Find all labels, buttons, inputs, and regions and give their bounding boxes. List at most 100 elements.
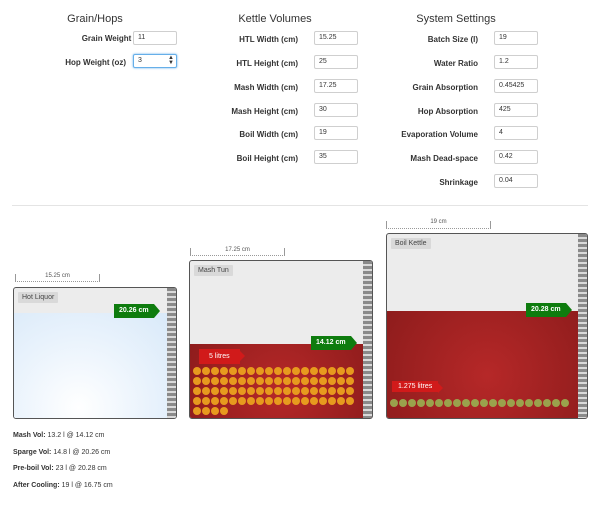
- boil-kettle-level-marker: 20.28 cm: [526, 303, 572, 317]
- grain-particle: [327, 377, 336, 385]
- grain-particle: [246, 367, 255, 375]
- mash-deadspace-label: Mash Dead-space: [410, 154, 478, 163]
- grain-particle: [201, 367, 210, 375]
- grain-particle: [201, 377, 210, 385]
- hot-liquor-level-marker: 20.26 cm: [114, 304, 160, 318]
- spinner-icon[interactable]: ▲ ▼: [168, 55, 174, 66]
- boil-height-input[interactable]: 35: [314, 150, 358, 164]
- hop-absorption-input[interactable]: 425: [494, 103, 538, 117]
- hop-particle: [398, 399, 407, 407]
- htl-width-label: HTL Width (cm): [239, 35, 298, 44]
- grain-particle: [210, 407, 219, 415]
- hop-absorption-label: Hop Absorption: [417, 107, 478, 116]
- grain-particle: [291, 367, 300, 375]
- hop-particle: [542, 399, 551, 407]
- grain-particle: [246, 397, 255, 405]
- summary-after-cooling-value: 19 l @ 16.75 cm: [61, 482, 113, 489]
- grain-particle: [327, 387, 336, 395]
- hop-particle: [515, 399, 524, 407]
- hot-liquor-label: Hot Liquor: [18, 292, 59, 303]
- boil-volume-tag: 1.275 litres: [392, 381, 444, 393]
- hop-weight-value: 3: [138, 57, 142, 64]
- boil-width-label: Boil Width (cm): [239, 130, 298, 139]
- grain-particle: [318, 377, 327, 385]
- grain-particle: [309, 397, 318, 405]
- batch-size-label: Batch Size (l): [427, 35, 478, 44]
- system-settings-title: System Settings: [416, 13, 496, 25]
- hop-particle: [479, 399, 488, 407]
- grain-particle: [201, 407, 210, 415]
- grain-bed: [192, 366, 362, 416]
- grain-particle: [273, 397, 282, 405]
- hop-particle: [551, 399, 560, 407]
- grain-particle: [201, 387, 210, 395]
- hop-particle: [470, 399, 479, 407]
- grain-particle: [228, 377, 237, 385]
- grain-particle: [273, 387, 282, 395]
- htl-height-label: HTL Height (cm): [236, 59, 298, 68]
- mash-deadspace-input[interactable]: 0.42: [494, 150, 538, 164]
- hop-particle: [560, 399, 569, 407]
- grain-particle: [228, 387, 237, 395]
- summary-after-cooling: After Cooling: 19 l @ 16.75 cm: [13, 482, 113, 489]
- grain-particle: [300, 387, 309, 395]
- grain-particle: [309, 367, 318, 375]
- section-divider: [12, 205, 588, 206]
- grain-particle: [336, 377, 345, 385]
- summary-sparge-vol-value: 14.8 l @ 20.26 cm: [53, 449, 111, 456]
- evaporation-volume-input[interactable]: 4: [494, 126, 538, 140]
- grain-particle: [192, 407, 201, 415]
- grain-particle: [282, 387, 291, 395]
- hop-particle: [452, 399, 461, 407]
- grain-weight-input[interactable]: 11: [133, 31, 177, 45]
- summary-preboil-vol-value: 23 l @ 20.28 cm: [55, 465, 107, 472]
- grain-particle: [327, 367, 336, 375]
- grain-particle: [237, 397, 246, 405]
- grain-particle: [192, 397, 201, 405]
- grain-particle: [291, 397, 300, 405]
- boil-width-input[interactable]: 19: [314, 126, 358, 140]
- shrinkage-input[interactable]: 0.04: [494, 174, 538, 188]
- grain-particle: [264, 367, 273, 375]
- water-ratio-label: Water Ratio: [433, 59, 478, 68]
- htl-height-input[interactable]: 25: [314, 55, 358, 69]
- grain-particle: [336, 367, 345, 375]
- grain-particle: [336, 397, 345, 405]
- grain-particle: [264, 387, 273, 395]
- grain-particle: [345, 397, 354, 405]
- grain-particle: [309, 377, 318, 385]
- evaporation-volume-label: Evaporation Volume: [401, 130, 478, 139]
- grain-particle: [246, 387, 255, 395]
- grain-particle: [264, 377, 273, 385]
- summary-mash-vol-value: 13.2 l @ 14.12 cm: [47, 432, 105, 439]
- grain-particle: [210, 377, 219, 385]
- grain-particle: [327, 397, 336, 405]
- hop-weight-input[interactable]: 3 ▲ ▼: [133, 54, 177, 68]
- grain-particle: [228, 397, 237, 405]
- batch-size-input[interactable]: 19: [494, 31, 538, 45]
- summary-sparge-vol-label: Sparge Vol:: [13, 449, 52, 456]
- grain-absorption-input[interactable]: 0.45425: [494, 79, 538, 93]
- grain-particle: [255, 377, 264, 385]
- hop-bed: [389, 399, 577, 407]
- water-ratio-input[interactable]: 1.2: [494, 55, 538, 69]
- mash-tun-level-marker: 14.12 cm: [311, 336, 357, 350]
- grain-particle: [219, 377, 228, 385]
- mash-height-input[interactable]: 30: [314, 103, 358, 117]
- htl-width-input[interactable]: 15.25: [314, 31, 358, 45]
- grain-particle: [273, 367, 282, 375]
- mash-width-label: Mash Width (cm): [234, 83, 298, 92]
- hop-particle: [434, 399, 443, 407]
- grain-particle: [210, 367, 219, 375]
- grain-particle: [228, 367, 237, 375]
- grain-particle: [219, 387, 228, 395]
- grain-particle: [210, 387, 219, 395]
- grain-particle: [282, 367, 291, 375]
- hop-particle: [425, 399, 434, 407]
- summary-preboil-vol-label: Pre-boil Vol:: [13, 465, 54, 472]
- summary-mash-vol: Mash Vol: 13.2 l @ 14.12 cm: [13, 432, 104, 439]
- mash-width-input[interactable]: 17.25: [314, 79, 358, 93]
- grain-particle: [345, 387, 354, 395]
- grain-particle: [318, 397, 327, 405]
- grain-particle: [318, 367, 327, 375]
